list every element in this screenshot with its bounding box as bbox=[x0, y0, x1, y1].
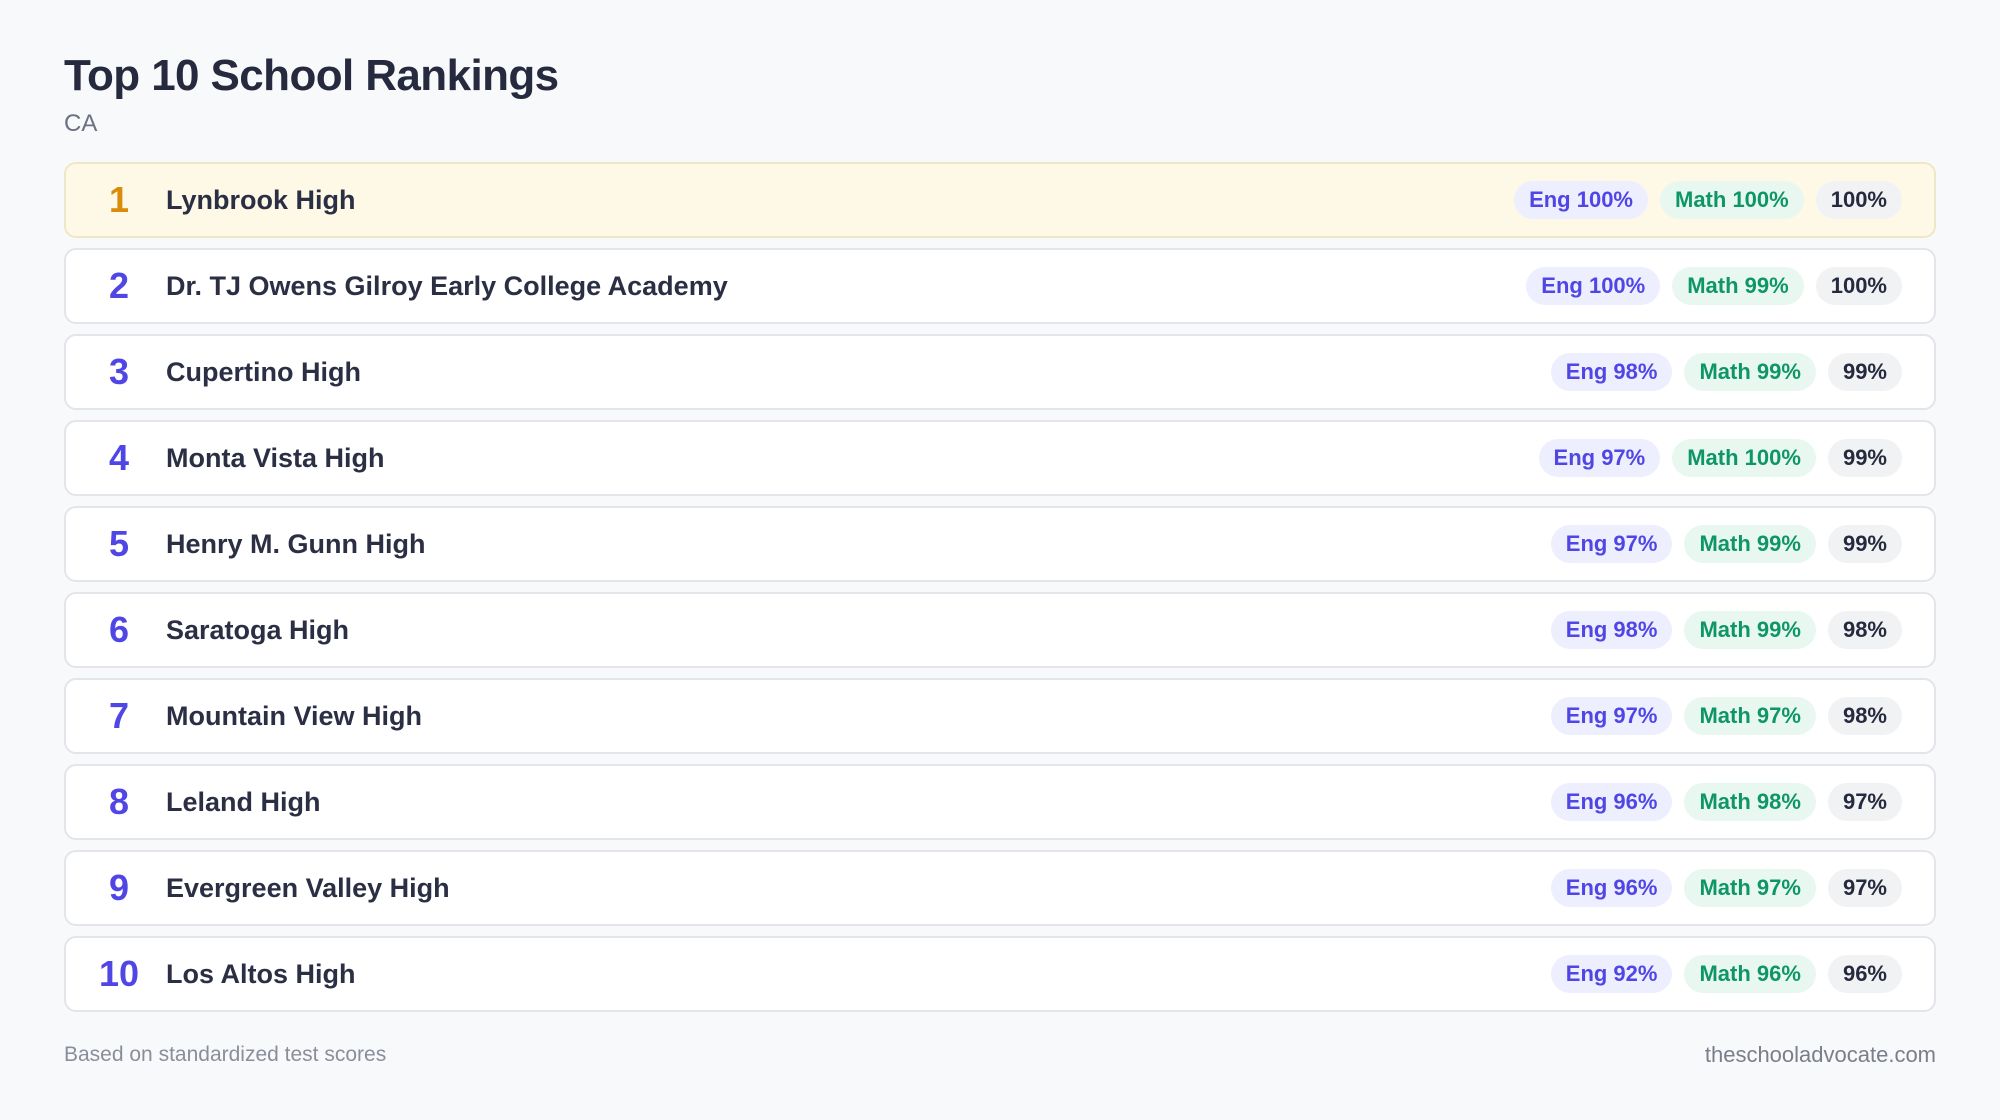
rank-number: 7 bbox=[108, 695, 130, 736]
rankings-list: 1 Lynbrook High Eng 100% Math 100% 100% … bbox=[64, 162, 1936, 1012]
math-score-badge: Math 99% bbox=[1684, 611, 1816, 649]
rank-number: 5 bbox=[108, 523, 130, 564]
math-score-badge: Math 100% bbox=[1672, 439, 1816, 477]
math-score-badge: Math 98% bbox=[1684, 783, 1816, 821]
score-badges: Eng 100% Math 99% 100% bbox=[1514, 267, 1902, 305]
ranking-row[interactable]: 10 Los Altos High Eng 92% Math 96% 96% bbox=[64, 936, 1936, 1012]
math-score-badge: Math 99% bbox=[1672, 267, 1804, 305]
school-name: Monta Vista High bbox=[166, 442, 385, 473]
english-score-badge: Eng 100% bbox=[1526, 267, 1661, 305]
ranking-row[interactable]: 2 Dr. TJ Owens Gilroy Early College Acad… bbox=[64, 248, 1936, 324]
english-score-badge: Eng 92% bbox=[1550, 955, 1673, 993]
score-badges: Eng 97% Math 99% 99% bbox=[1539, 525, 1902, 563]
source-link[interactable]: theschooladvocate.com bbox=[1705, 1042, 1936, 1068]
rank-number: 8 bbox=[108, 781, 130, 822]
score-badges: Eng 97% Math 100% 99% bbox=[1527, 439, 1902, 477]
school-name: Cupertino High bbox=[166, 356, 361, 387]
rank-number: 3 bbox=[108, 351, 130, 392]
overall-score-badge: 99% bbox=[1827, 439, 1902, 477]
english-score-badge: Eng 98% bbox=[1550, 353, 1673, 391]
math-score-badge: Math 96% bbox=[1684, 955, 1816, 993]
english-score-badge: Eng 96% bbox=[1550, 869, 1673, 907]
rank-number: 2 bbox=[108, 265, 130, 306]
school-name: Lynbrook High bbox=[166, 184, 356, 215]
school-name: Leland High bbox=[166, 786, 321, 817]
overall-score-badge: 98% bbox=[1827, 697, 1902, 735]
ranking-row[interactable]: 3 Cupertino High Eng 98% Math 99% 99% bbox=[64, 334, 1936, 410]
overall-score-badge: 98% bbox=[1827, 611, 1902, 649]
page-subtitle: CA bbox=[64, 110, 98, 137]
school-name: Saratoga High bbox=[166, 614, 350, 645]
score-badges: Eng 98% Math 99% 99% bbox=[1539, 353, 1902, 391]
math-score-badge: Math 97% bbox=[1684, 697, 1816, 735]
english-score-badge: Eng 97% bbox=[1538, 439, 1661, 477]
score-badges: Eng 92% Math 96% 96% bbox=[1539, 955, 1902, 993]
overall-score-badge: 99% bbox=[1827, 353, 1902, 391]
school-name: Evergreen Valley High bbox=[166, 872, 450, 903]
footer: Based on standardized test scores thesch… bbox=[64, 1042, 1936, 1068]
math-score-badge: Math 100% bbox=[1660, 181, 1804, 219]
overall-score-badge: 96% bbox=[1827, 955, 1902, 993]
rank-number: 4 bbox=[108, 437, 130, 478]
overall-score-badge: 97% bbox=[1827, 869, 1902, 907]
overall-score-badge: 100% bbox=[1815, 181, 1902, 219]
overall-score-badge: 97% bbox=[1827, 783, 1902, 821]
english-score-badge: Eng 100% bbox=[1514, 181, 1648, 219]
ranking-row[interactable]: 4 Monta Vista High Eng 97% Math 100% 99% bbox=[64, 420, 1936, 496]
score-badges: Eng 96% Math 98% 97% bbox=[1539, 783, 1902, 821]
score-badges: Eng 98% Math 99% 98% bbox=[1539, 611, 1902, 649]
school-name: Henry M. Gunn High bbox=[166, 528, 426, 559]
rankings-card: Top 10 School Rankings CA 1 Lynbrook Hig… bbox=[64, 48, 1936, 1022]
english-score-badge: Eng 97% bbox=[1550, 525, 1673, 563]
rank-number: 1 bbox=[108, 179, 130, 220]
ranking-row[interactable]: 7 Mountain View High Eng 97% Math 97% 98… bbox=[64, 678, 1936, 754]
ranking-row[interactable]: 8 Leland High Eng 96% Math 98% 97% bbox=[64, 764, 1936, 840]
page-title: Top 10 School Rankings bbox=[64, 51, 559, 100]
methodology-note: Based on standardized test scores bbox=[64, 1043, 387, 1066]
school-name: Dr. TJ Owens Gilroy Early College Academ… bbox=[166, 270, 728, 301]
score-badges: Eng 100% Math 100% 100% bbox=[1502, 181, 1902, 219]
ranking-row[interactable]: 6 Saratoga High Eng 98% Math 99% 98% bbox=[64, 592, 1936, 668]
ranking-row[interactable]: 5 Henry M. Gunn High Eng 97% Math 99% 99… bbox=[64, 506, 1936, 582]
rank-number: 10 bbox=[98, 953, 140, 994]
overall-score-badge: 100% bbox=[1815, 267, 1902, 305]
ranking-row[interactable]: 9 Evergreen Valley High Eng 96% Math 97%… bbox=[64, 850, 1936, 926]
english-score-badge: Eng 96% bbox=[1550, 783, 1673, 821]
school-name: Los Altos High bbox=[166, 958, 356, 989]
score-badges: Eng 97% Math 97% 98% bbox=[1539, 697, 1902, 735]
ranking-row[interactable]: 1 Lynbrook High Eng 100% Math 100% 100% bbox=[64, 162, 1936, 238]
score-badges: Eng 96% Math 97% 97% bbox=[1539, 869, 1902, 907]
english-score-badge: Eng 97% bbox=[1550, 697, 1673, 735]
math-score-badge: Math 97% bbox=[1684, 869, 1816, 907]
math-score-badge: Math 99% bbox=[1684, 525, 1816, 563]
math-score-badge: Math 99% bbox=[1684, 353, 1816, 391]
rank-number: 9 bbox=[108, 867, 130, 908]
rank-number: 6 bbox=[108, 609, 130, 650]
english-score-badge: Eng 98% bbox=[1550, 611, 1673, 649]
overall-score-badge: 99% bbox=[1827, 525, 1902, 563]
school-name: Mountain View High bbox=[166, 700, 422, 731]
